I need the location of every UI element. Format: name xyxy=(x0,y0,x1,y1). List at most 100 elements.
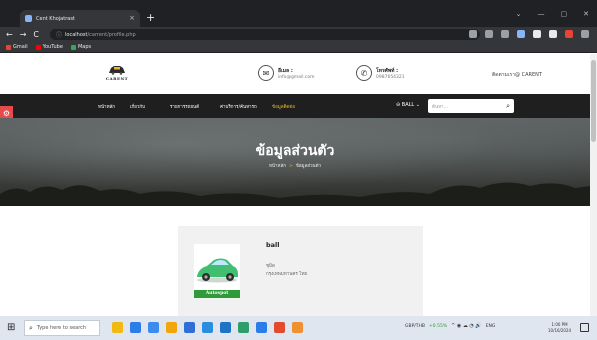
clock[interactable]: 1:00 PM 10/16/2024 xyxy=(548,322,571,334)
brand-label: Autospot xyxy=(194,290,240,298)
taskbar-app-icon[interactable] xyxy=(220,322,231,333)
search-input[interactable]: ค้นหา... ⌕ xyxy=(428,99,514,113)
page-title: ข้อมูลส่วนตัว xyxy=(255,143,335,159)
profile-card: Autospot ball ชุมิด กรุงเทพมหานคร ไทย xyxy=(178,226,423,316)
stock-symbol[interactable]: GBP/THB xyxy=(405,324,425,329)
favicon-icon xyxy=(25,15,32,22)
nav-pricing[interactable]: ค่าบริการ/ค้นหารถ xyxy=(220,103,257,110)
taskbar-app-icon[interactable] xyxy=(166,322,177,333)
bookmarks-bar: Gmail YouTube Maps xyxy=(0,42,597,53)
mail-icon: ✉ xyxy=(258,65,274,81)
new-tab-icon[interactable]: + xyxy=(146,12,155,23)
back-icon[interactable]: ← xyxy=(6,30,13,39)
follow-text[interactable]: ติดตามเรา@ CARENT xyxy=(492,71,542,79)
trees-silhouette xyxy=(0,182,590,206)
maximize-icon[interactable]: ▢ xyxy=(561,11,568,18)
breadcrumb-home[interactable]: หน้าหลัก xyxy=(269,164,286,169)
tab-close-icon[interactable]: × xyxy=(129,15,135,22)
extension-icon[interactable] xyxy=(549,30,557,38)
system-tray: GBP/THB +0.55% ^ ◉ ☁ ◔ 🔊 ENG xyxy=(405,324,496,330)
taskbar-app-icon[interactable] xyxy=(256,322,267,333)
bookmark-youtube[interactable]: YouTube xyxy=(35,44,63,50)
profile-name: ball xyxy=(266,241,280,249)
bookmark-label: Gmail xyxy=(13,44,28,50)
search-icon: ⌕ xyxy=(29,323,33,332)
taskbar-search[interactable]: ⌕ Type here to search xyxy=(24,320,100,336)
nav-cars[interactable]: รายการรถยนต์ xyxy=(170,103,199,110)
page-scrollbar[interactable] xyxy=(590,54,597,316)
taskbar-app-icon[interactable] xyxy=(238,322,249,333)
logo-text: CARENT xyxy=(105,76,129,81)
user-menu[interactable]: ⊖ BALL ⌄ xyxy=(396,102,420,108)
hero-banner: ข้อมูลส่วนตัว หน้าหลัก > ข้อมูลส่วนตัว xyxy=(0,118,590,206)
extension-icon[interactable] xyxy=(533,30,541,38)
address-path: /carrent/profile.php xyxy=(87,31,136,38)
notification-icon[interactable] xyxy=(580,323,589,332)
forward-icon[interactable]: → xyxy=(20,30,27,39)
phone-label: โทรศัพท์ : xyxy=(376,67,399,74)
clock-date: 10/16/2024 xyxy=(548,328,572,333)
youtube-icon xyxy=(35,44,41,50)
nav-home[interactable]: หน้าหลัก xyxy=(98,103,115,110)
bookmark-label: YouTube xyxy=(42,44,63,50)
stock-change: +0.55% xyxy=(429,324,448,329)
maps-icon xyxy=(70,44,76,50)
start-icon[interactable]: ⊞ xyxy=(7,323,15,333)
extension-icons xyxy=(469,30,589,38)
nav-contact[interactable]: ข้อมูลติดต่อ xyxy=(272,103,295,110)
search-placeholder: ค้นหา... xyxy=(432,104,448,110)
taskbar-app-icon[interactable] xyxy=(112,322,123,333)
taskbar-app-icon[interactable] xyxy=(292,322,303,333)
gmail-icon xyxy=(6,44,11,50)
address-text: localhost/carrent/profile.php xyxy=(65,32,136,38)
search-icon[interactable]: ⌕ xyxy=(506,102,510,110)
main-nav: หน้าหลัก เกี่ยวกับ รายการรถยนต์ ค่าบริกา… xyxy=(0,94,590,118)
nav-about[interactable]: เกี่ยวกับ xyxy=(130,103,145,110)
profile-line-1: ชุมิด xyxy=(266,264,275,269)
breadcrumb: หน้าหลัก > ข้อมูลส่วนตัว xyxy=(0,162,590,169)
reload-icon[interactable]: C xyxy=(33,30,39,39)
extension-icon[interactable] xyxy=(485,30,493,38)
extension-icon[interactable] xyxy=(581,30,589,38)
taskbar-app-icon[interactable] xyxy=(148,322,159,333)
taskbar-search-placeholder: Type here to search xyxy=(36,325,87,331)
phone-icon: ✆ xyxy=(356,65,372,81)
car-image xyxy=(194,244,240,290)
car-logo-icon xyxy=(109,66,125,75)
bookmark-gmail[interactable]: Gmail xyxy=(6,44,28,50)
taskbar-app-icon[interactable] xyxy=(202,322,213,333)
page-viewport: CARENT ✉ อีเมล : info@gmail.com ✆ โทรศัพ… xyxy=(0,54,590,316)
minimize-icon[interactable]: — xyxy=(538,11,545,18)
site-header: CARENT ✉ อีเมล : info@gmail.com ✆ โทรศัพ… xyxy=(0,54,590,94)
scrollbar-thumb[interactable] xyxy=(591,60,596,142)
site-logo[interactable]: CARENT xyxy=(105,63,129,85)
taskbar-app-icon[interactable] xyxy=(130,322,141,333)
taskbar-app-icon[interactable] xyxy=(274,322,285,333)
taskbar-app-icon[interactable] xyxy=(184,322,195,333)
browser-tab[interactable]: Cent Khojatrast × xyxy=(20,10,140,27)
close-window-icon[interactable]: ✕ xyxy=(583,11,589,18)
window-controls: ⌄ — ▢ ✕ xyxy=(516,11,589,18)
address-host: localhost xyxy=(65,31,88,38)
contact-email: ✉ อีเมล : info@gmail.com xyxy=(258,65,314,81)
tab-search-icon[interactable]: ⌄ xyxy=(516,11,522,18)
browser-tab-strip: Cent Khojatrast × + ⌄ — ▢ ✕ xyxy=(0,0,597,27)
windows-taskbar: ⊞ ⌕ Type here to search GBP/THB +0.55% ^… xyxy=(0,316,597,340)
language-indicator[interactable]: ENG xyxy=(486,324,496,329)
extension-icon[interactable] xyxy=(517,30,525,38)
screen: Cent Khojatrast × + ⌄ — ▢ ✕ ← → C ⓘ loca… xyxy=(0,0,597,340)
tab-title: Cent Khojatrast xyxy=(36,15,75,22)
tray-icons[interactable]: ^ ◉ ☁ ◔ 🔊 xyxy=(451,324,482,329)
bookmark-label: Maps xyxy=(77,44,92,50)
breadcrumb-separator: > xyxy=(288,164,293,169)
bookmark-maps[interactable]: Maps xyxy=(70,44,92,50)
contact-phone: ✆ โทรศัพท์ : 0987654321 xyxy=(356,65,405,81)
browser-toolbar: ← → C ⓘ localhost/carrent/profile.php xyxy=(0,27,597,42)
extension-icon[interactable] xyxy=(469,30,477,38)
extension-icon[interactable] xyxy=(565,30,573,38)
address-bar[interactable]: ⓘ localhost/carrent/profile.php xyxy=(50,29,480,40)
email-value: info@gmail.com xyxy=(278,74,315,80)
extension-icon[interactable] xyxy=(501,30,509,38)
site-info-icon[interactable]: ⓘ xyxy=(56,30,62,39)
phone-value: 0987654321 xyxy=(376,74,405,80)
